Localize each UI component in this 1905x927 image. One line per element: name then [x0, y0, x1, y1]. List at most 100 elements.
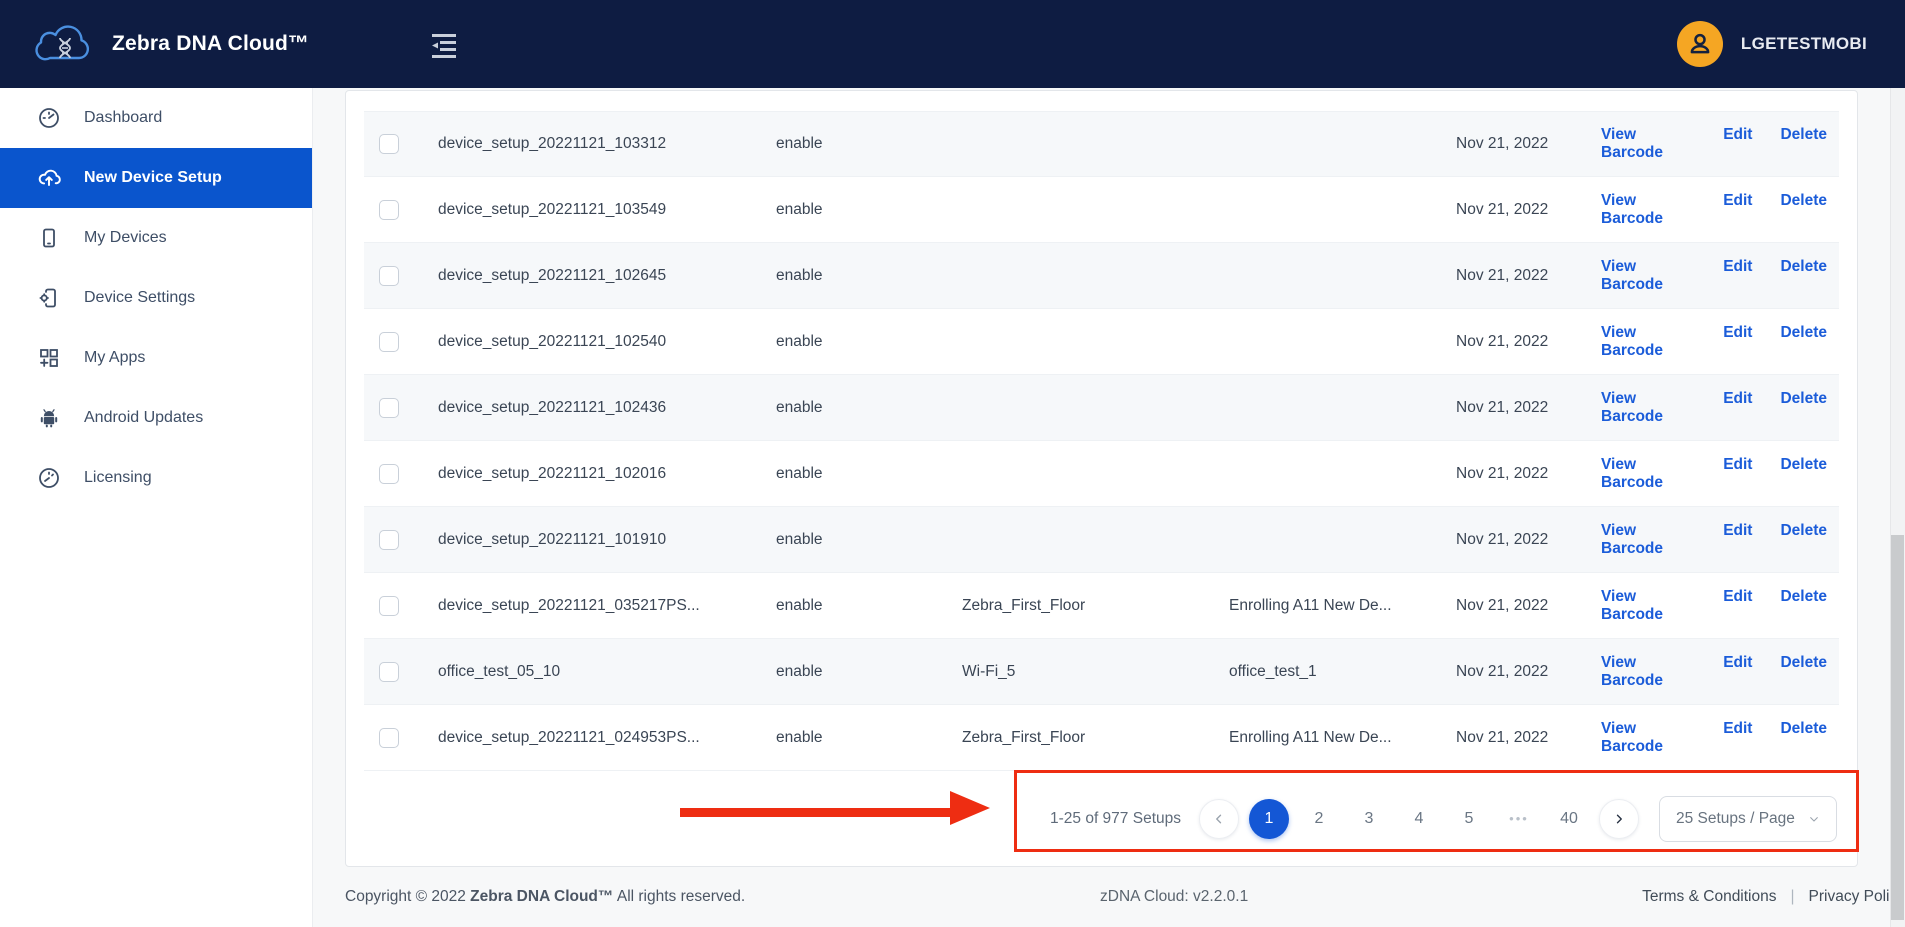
table-row: office_test_05_10 enable Wi-Fi_5 office_…: [364, 639, 1839, 705]
page-button-3[interactable]: 3: [1349, 810, 1389, 828]
copyright-text: Copyright © 2022 Zebra DNA Cloud™ All ri…: [345, 888, 745, 906]
sidebar-item-my-devices[interactable]: My Devices: [0, 208, 312, 268]
delete-link[interactable]: Delete: [1780, 456, 1827, 492]
page-size-select[interactable]: 25 Setups / Page: [1659, 796, 1837, 842]
setup-status: enable: [776, 531, 962, 549]
edit-link[interactable]: Edit: [1723, 126, 1752, 162]
table-row: device_setup_20221121_103549 enable Nov …: [364, 177, 1839, 243]
edit-link[interactable]: Edit: [1723, 258, 1752, 294]
page-button-5[interactable]: 5: [1449, 810, 1489, 828]
footer-separator: |: [1791, 888, 1795, 906]
sidebar-item-device-settings[interactable]: Device Settings: [0, 268, 312, 328]
page-button-40[interactable]: 40: [1549, 810, 1589, 828]
row-checkbox[interactable]: [379, 266, 399, 286]
setup-network: Zebra_First_Floor: [962, 729, 1229, 747]
view-barcode-link[interactable]: View Barcode: [1601, 588, 1695, 624]
view-barcode-link[interactable]: View Barcode: [1601, 654, 1695, 690]
row-checkbox[interactable]: [379, 200, 399, 220]
row-checkbox[interactable]: [379, 398, 399, 418]
setup-date: Nov 21, 2022: [1456, 465, 1601, 483]
table-row: device_setup_20221121_102016 enable Nov …: [364, 441, 1839, 507]
table-row: device_setup_20221121_102436 enable Nov …: [364, 375, 1839, 441]
delete-link[interactable]: Delete: [1780, 126, 1827, 162]
delete-link[interactable]: Delete: [1780, 720, 1827, 756]
page-button-2[interactable]: 2: [1299, 810, 1339, 828]
brand-name: Zebra DNA Cloud™: [470, 888, 613, 905]
edit-link[interactable]: Edit: [1723, 720, 1752, 756]
view-barcode-link[interactable]: View Barcode: [1601, 324, 1695, 360]
row-checkbox[interactable]: [379, 332, 399, 352]
delete-link[interactable]: Delete: [1780, 192, 1827, 228]
view-barcode-link[interactable]: View Barcode: [1601, 720, 1695, 756]
vertical-scrollbar-thumb[interactable]: [1891, 535, 1904, 920]
setup-name: device_setup_20221121_102540: [438, 333, 776, 351]
cloud-upload-icon: [36, 165, 62, 191]
device-icon: [36, 225, 62, 251]
pages-ellipsis[interactable]: •••: [1499, 811, 1539, 826]
edit-link[interactable]: Edit: [1723, 588, 1752, 624]
row-checkbox[interactable]: [379, 464, 399, 484]
view-barcode-link[interactable]: View Barcode: [1601, 390, 1695, 426]
setup-date: Nov 21, 2022: [1456, 135, 1601, 153]
row-checkbox[interactable]: [379, 530, 399, 550]
edit-link[interactable]: Edit: [1723, 324, 1752, 360]
edit-link[interactable]: Edit: [1723, 456, 1752, 492]
sidebar-item-my-apps[interactable]: My Apps: [0, 328, 312, 388]
gauge-icon: [36, 105, 62, 131]
zebra-dna-cloud-logo-icon: [34, 18, 96, 70]
sidebar-item-label: Licensing: [84, 469, 152, 487]
setup-status: enable: [776, 465, 962, 483]
delete-link[interactable]: Delete: [1780, 390, 1827, 426]
setup-status: enable: [776, 201, 962, 219]
next-page-button[interactable]: [1599, 799, 1639, 839]
edit-link[interactable]: Edit: [1723, 390, 1752, 426]
row-checkbox[interactable]: [379, 728, 399, 748]
setups-table-card: device_setup_20221121_103312 enable Nov …: [345, 90, 1858, 867]
setup-name: device_setup_20221121_103549: [438, 201, 776, 219]
delete-link[interactable]: Delete: [1780, 258, 1827, 294]
page-button-1[interactable]: 1: [1249, 799, 1289, 839]
edit-link[interactable]: Edit: [1723, 654, 1752, 690]
table-row: device_setup_20221121_102540 enable Nov …: [364, 309, 1839, 375]
setup-status: enable: [776, 729, 962, 747]
row-checkbox[interactable]: [379, 134, 399, 154]
setup-date: Nov 21, 2022: [1456, 597, 1601, 615]
version-label: zDNA Cloud: v2.2.0.1: [1100, 888, 1248, 906]
sidebar-item-new-device-setup[interactable]: New Device Setup: [0, 148, 312, 208]
setup-date: Nov 21, 2022: [1456, 531, 1601, 549]
setup-status: enable: [776, 399, 962, 417]
edit-link[interactable]: Edit: [1723, 522, 1752, 558]
vertical-scrollbar-track[interactable]: [1890, 88, 1905, 927]
terms-and-conditions-link[interactable]: Terms & Conditions: [1642, 888, 1776, 906]
user-avatar[interactable]: [1677, 21, 1723, 67]
delete-link[interactable]: Delete: [1780, 654, 1827, 690]
view-barcode-link[interactable]: View Barcode: [1601, 456, 1695, 492]
view-barcode-link[interactable]: View Barcode: [1601, 126, 1695, 162]
chevron-down-icon: [1806, 811, 1822, 827]
sidebar-item-licensing[interactable]: Licensing: [0, 448, 312, 508]
delete-link[interactable]: Delete: [1780, 522, 1827, 558]
view-barcode-link[interactable]: View Barcode: [1601, 192, 1695, 228]
setup-status: enable: [776, 663, 962, 681]
setup-name: device_setup_20221121_024953PS...: [438, 729, 776, 747]
delete-link[interactable]: Delete: [1780, 588, 1827, 624]
setup-date: Nov 21, 2022: [1456, 333, 1601, 351]
row-checkbox[interactable]: [379, 662, 399, 682]
prev-page-button[interactable]: [1199, 799, 1239, 839]
sidebar-item-label: My Devices: [84, 229, 167, 247]
sidebar-item-label: Dashboard: [84, 109, 162, 127]
edit-link[interactable]: Edit: [1723, 192, 1752, 228]
sidebar-item-label: New Device Setup: [84, 169, 222, 187]
delete-link[interactable]: Delete: [1780, 324, 1827, 360]
view-barcode-link[interactable]: View Barcode: [1601, 522, 1695, 558]
sidebar-collapse-icon[interactable]: [427, 29, 461, 59]
row-checkbox[interactable]: [379, 596, 399, 616]
setup-date: Nov 21, 2022: [1456, 663, 1601, 681]
main-content: device_setup_20221121_103312 enable Nov …: [313, 88, 1905, 927]
sidebar-item-dashboard[interactable]: Dashboard: [0, 88, 312, 148]
setup-name: device_setup_20221121_035217PS...: [438, 597, 776, 615]
page-button-4[interactable]: 4: [1399, 810, 1439, 828]
sidebar-item-android-updates[interactable]: Android Updates: [0, 388, 312, 448]
sidebar-item-label: My Apps: [84, 349, 145, 367]
view-barcode-link[interactable]: View Barcode: [1601, 258, 1695, 294]
